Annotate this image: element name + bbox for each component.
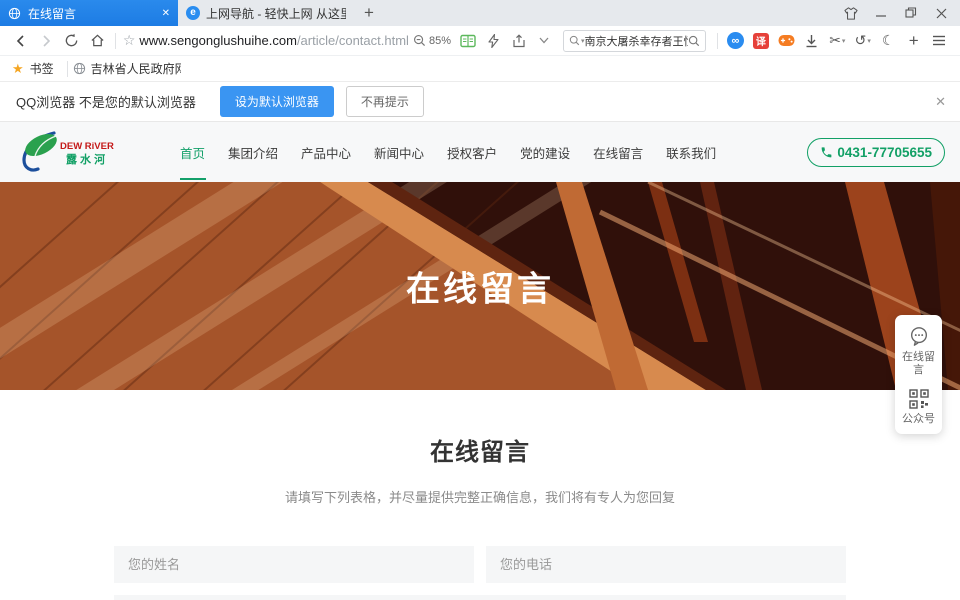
home-icon[interactable]	[86, 29, 107, 53]
bookmarks-bar: ★ 书签 吉林省人民政府网	[0, 56, 960, 82]
url-display[interactable]: www.sengonglushuihe.com/article/contact.…	[139, 33, 409, 48]
tabbar-spacer	[384, 0, 838, 26]
toolbar-divider	[717, 33, 718, 49]
phone-icon	[820, 146, 833, 159]
download-icon[interactable]	[801, 29, 822, 53]
screenshot-scissors-icon[interactable]: ✂▾	[827, 29, 848, 53]
name-input[interactable]	[114, 546, 474, 583]
bookmarks-divider	[67, 61, 68, 77]
tab-title: 在线留言	[28, 5, 156, 22]
bookmark-star-icon[interactable]: ☆	[123, 32, 136, 49]
phone-number-pill[interactable]: 0431-77705655	[807, 138, 945, 167]
float-label: 在线留言	[899, 351, 938, 377]
close-window-button[interactable]	[928, 2, 954, 24]
tab-close-icon[interactable]: ✕	[162, 8, 170, 19]
bookmark-label: 吉林省人民政府网	[91, 60, 181, 77]
flash-boost-icon[interactable]	[483, 29, 504, 53]
nav-party-building[interactable]: 党的建设	[516, 143, 574, 162]
search-box[interactable]: ▾	[563, 30, 706, 52]
tab-title: 上网导航 - 轻快上网 从这里开始	[206, 5, 346, 22]
nav-group-intro[interactable]: 集团介绍	[224, 143, 282, 162]
nav-online-message[interactable]: 在线留言	[589, 143, 647, 162]
refresh-icon[interactable]	[61, 29, 82, 53]
floating-contact-widget: 在线留言 公众号	[895, 315, 942, 434]
hero-title: 在线留言	[0, 262, 960, 311]
float-label: 公众号	[902, 413, 935, 426]
tab-online-message[interactable]: 在线留言 ✕	[0, 0, 178, 26]
site-logo[interactable]: DEW RiVER 露 水 河	[14, 130, 124, 179]
notification-message: QQ浏览器 不是您的默认浏览器	[16, 92, 196, 111]
search-icon	[569, 35, 580, 46]
section-subtitle: 请填写下列表格，并尽量提供完整正确信息，我们将有专人为您回复	[0, 487, 960, 506]
qr-code-icon	[909, 389, 929, 409]
tab-navigation-page[interactable]: e 上网导航 - 轻快上网 从这里开始	[178, 0, 354, 26]
section-title: 在线留言	[0, 390, 960, 467]
nav-home[interactable]: 首页	[176, 143, 209, 162]
reader-mode-icon[interactable]	[457, 29, 478, 53]
logo-text-cn: 露 水 河	[66, 152, 105, 166]
back-icon[interactable]	[10, 29, 31, 53]
nav-contact[interactable]: 联系我们	[662, 143, 720, 162]
default-browser-notification: QQ浏览器 不是您的默认浏览器 设为默认浏览器 不再提示 ✕	[0, 82, 960, 122]
browser-e-icon: e	[186, 6, 200, 20]
window-controls	[838, 0, 960, 26]
set-default-browser-button[interactable]: 设为默认浏览器	[220, 86, 334, 117]
nav-authorized-clients[interactable]: 授权客户	[443, 143, 501, 162]
chat-bubble-icon	[908, 325, 930, 347]
zoom-level: 85%	[429, 35, 451, 47]
bookmarks-root[interactable]: ★ 书签	[12, 60, 54, 77]
search-input[interactable]	[585, 35, 688, 47]
toolbar-divider	[115, 33, 116, 49]
message-textarea[interactable]	[114, 595, 846, 600]
search-go-icon[interactable]	[688, 35, 700, 47]
url-path: /article/contact.html	[297, 33, 409, 48]
minimize-button[interactable]	[868, 2, 894, 24]
nav-news[interactable]: 新闻中心	[370, 143, 428, 162]
globe-icon	[73, 62, 86, 75]
zoom-out-icon	[413, 34, 426, 47]
site-header: DEW RiVER 露 水 河 首页 集团介绍 产品中心 新闻中心 授权客户 党…	[0, 122, 960, 182]
phone-input[interactable]	[486, 546, 846, 583]
chevron-down-icon[interactable]	[534, 29, 555, 53]
message-form	[114, 546, 846, 600]
add-app-icon[interactable]: +	[903, 29, 924, 53]
history-undo-icon[interactable]: ↺▾	[852, 29, 873, 53]
phone-number: 0431-77705655	[837, 145, 932, 160]
url-domain: www.sengonglushuihe.com	[139, 33, 297, 48]
dont-remind-button[interactable]: 不再提示	[346, 86, 424, 117]
menu-icon[interactable]	[929, 29, 950, 53]
browser-window: 在线留言 ✕ e 上网导航 - 轻快上网 从这里开始 +	[0, 0, 960, 600]
main-navigation: 首页 集团介绍 产品中心 新闻中心 授权客户 党的建设 在线留言 联系我们	[176, 122, 720, 182]
translate-icon[interactable]: 译	[750, 29, 771, 53]
tab-bar: 在线留言 ✕ e 上网导航 - 轻快上网 从这里开始 +	[0, 0, 960, 26]
logo-text-en: DEW RiVER	[60, 141, 114, 152]
new-tab-button[interactable]: +	[354, 0, 384, 26]
forward-icon[interactable]	[35, 29, 56, 53]
address-toolbar: ☆ www.sengonglushuihe.com/article/contac…	[0, 26, 960, 56]
star-icon: ★	[12, 61, 24, 77]
bookmarks-label: 书签	[30, 60, 54, 77]
game-center-icon[interactable]	[776, 29, 797, 53]
hero-banner: 在线留言	[0, 182, 960, 390]
float-online-message[interactable]: 在线留言	[899, 325, 938, 377]
globe-icon	[8, 7, 21, 20]
float-official-account[interactable]: 公众号	[899, 389, 938, 426]
notification-close-icon[interactable]: ✕	[935, 94, 946, 110]
restore-button[interactable]	[898, 2, 924, 24]
message-section: 在线留言 请填写下列表格，并尽量提供完整正确信息，我们将有专人为您回复	[0, 390, 960, 600]
bookmark-item[interactable]: 吉林省人民政府网	[73, 60, 181, 77]
night-mode-icon[interactable]: ☾	[878, 29, 899, 53]
zoom-indicator[interactable]: 85%	[413, 34, 451, 47]
share-icon[interactable]	[508, 29, 529, 53]
nav-products[interactable]: 产品中心	[297, 143, 355, 162]
qq-sync-icon[interactable]: ∞	[725, 29, 746, 53]
theme-skin-icon[interactable]	[838, 2, 864, 24]
